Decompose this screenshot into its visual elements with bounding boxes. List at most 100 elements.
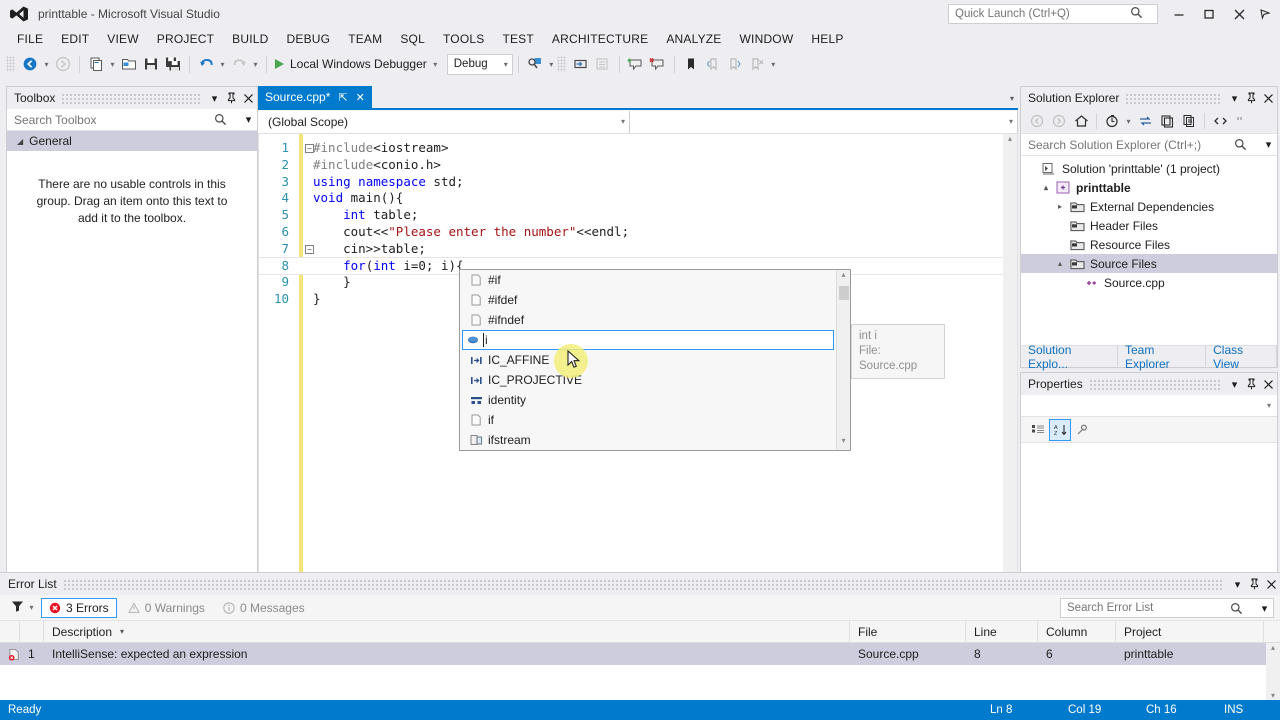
messages-filter-button[interactable]: 0 Messages bbox=[216, 598, 312, 618]
table-row[interactable]: 1 IntelliSense: expected an expression S… bbox=[0, 643, 1280, 665]
code-line[interactable]: 3 using namespace std; bbox=[259, 174, 1017, 191]
solution-search-input[interactable] bbox=[1021, 137, 1234, 152]
close-icon[interactable] bbox=[1260, 375, 1277, 393]
tree-item[interactable]: Resource Files bbox=[1021, 235, 1277, 254]
intellisense-popup[interactable]: #if #ifdef #ifndef i IC_AFFINE IC_PROJECTIVE i… bbox=[459, 269, 851, 451]
comment-icon[interactable] bbox=[625, 53, 647, 75]
debug-target-dropdown-icon[interactable]: ▾ bbox=[430, 53, 441, 75]
tree-item[interactable]: Source.cpp bbox=[1021, 273, 1277, 292]
search-icon[interactable] bbox=[1125, 6, 1147, 22]
code-line[interactable]: 1− #include<iostream> bbox=[259, 140, 1017, 157]
categorized-icon[interactable] bbox=[1027, 419, 1049, 441]
show-all-files-icon[interactable] bbox=[1178, 110, 1200, 132]
intellisense-item[interactable]: if bbox=[460, 410, 836, 430]
menu-analyze[interactable]: ANALYZE bbox=[657, 30, 730, 48]
properties-object-combo[interactable]: ▾ bbox=[1021, 395, 1277, 417]
uncomment-icon[interactable] bbox=[647, 53, 669, 75]
intellisense-list[interactable]: #if #ifdef #ifndef i IC_AFFINE IC_PROJECTIVE i… bbox=[460, 270, 836, 450]
close-icon[interactable]: ✕ bbox=[356, 91, 365, 104]
scroll-down-icon[interactable]: ▾ bbox=[1266, 691, 1280, 700]
navigate-to-icon[interactable] bbox=[570, 53, 592, 75]
solution-configuration-combo[interactable]: Debug ▾ bbox=[446, 53, 513, 75]
intellisense-scrollbar[interactable]: ▴ ▾ bbox=[836, 270, 850, 450]
pin-icon[interactable] bbox=[1243, 375, 1260, 393]
property-pages-icon[interactable] bbox=[1071, 419, 1093, 441]
toolbox-group-general[interactable]: ◢ General bbox=[7, 131, 257, 151]
errors-filter-button[interactable]: 3 Errors bbox=[41, 597, 117, 618]
pin-icon[interactable] bbox=[223, 89, 240, 107]
chevron-down-icon[interactable]: ▾ bbox=[1226, 89, 1243, 107]
tab-team-explorer[interactable]: Team Explorer bbox=[1118, 343, 1207, 371]
menu-sql[interactable]: SQL bbox=[391, 30, 434, 48]
alphabetical-icon[interactable]: AZ bbox=[1049, 418, 1071, 441]
start-debugging-button[interactable]: Local Windows Debugger bbox=[272, 53, 430, 75]
search-icon[interactable] bbox=[214, 113, 240, 126]
pin-icon[interactable] bbox=[1246, 575, 1263, 593]
column-column[interactable]: Column bbox=[1038, 620, 1116, 643]
menu-tools[interactable]: TOOLS bbox=[434, 30, 493, 48]
find-icon[interactable] bbox=[524, 53, 546, 75]
undo-icon[interactable] bbox=[195, 53, 217, 75]
menu-architecture[interactable]: ARCHITECTURE bbox=[543, 30, 657, 48]
scope-combo[interactable]: (Global Scope) ▾ bbox=[258, 110, 630, 133]
code-line[interactable]: 5 int table; bbox=[259, 207, 1017, 224]
toolbar-grip[interactable] bbox=[556, 56, 566, 72]
error-search-box[interactable]: ▾ bbox=[1060, 598, 1274, 618]
new-item-dropdown-icon[interactable]: ▾ bbox=[107, 53, 118, 75]
search-options-dropdown-icon[interactable]: ▾ bbox=[1260, 136, 1277, 154]
menu-build[interactable]: BUILD bbox=[223, 30, 277, 48]
toolbox-search-row[interactable]: ▾ bbox=[7, 109, 257, 131]
navigate-back-dropdown-icon[interactable]: ▾ bbox=[41, 53, 52, 75]
toolbox-search-input[interactable] bbox=[7, 112, 214, 127]
menu-view[interactable]: VIEW bbox=[98, 30, 147, 48]
scroll-down-icon[interactable]: ▾ bbox=[837, 436, 850, 450]
chevron-down-icon[interactable]: ▾ bbox=[1229, 575, 1246, 593]
solution-tree[interactable]: Solution 'printtable' (1 project) ▴ printt… bbox=[1021, 156, 1277, 292]
search-options-dropdown-icon[interactable]: ▾ bbox=[1256, 599, 1273, 617]
intellisense-item[interactable]: #if bbox=[460, 270, 836, 290]
search-icon[interactable] bbox=[1230, 602, 1256, 615]
tab-source-cpp[interactable]: Source.cpp* ⇱ ✕ bbox=[258, 86, 372, 108]
menu-help[interactable]: HELP bbox=[802, 30, 852, 48]
intellisense-item[interactable]: ifstream bbox=[460, 430, 836, 450]
member-combo[interactable]: ▾ bbox=[630, 110, 1018, 133]
column-line[interactable]: Line bbox=[966, 620, 1038, 643]
close-icon[interactable] bbox=[1260, 89, 1277, 107]
intellisense-filter-input[interactable]: i bbox=[462, 330, 834, 350]
menu-test[interactable]: TEST bbox=[493, 30, 542, 48]
open-file-icon[interactable] bbox=[118, 53, 140, 75]
menu-file[interactable]: FILE bbox=[8, 30, 52, 48]
close-icon[interactable] bbox=[1263, 575, 1280, 593]
fold-toggle-icon[interactable]: − bbox=[305, 144, 314, 153]
intellisense-item[interactable]: #ifndef bbox=[460, 310, 836, 330]
pin-icon[interactable] bbox=[1243, 89, 1260, 107]
quick-launch-input[interactable] bbox=[949, 5, 1125, 23]
scroll-up-icon[interactable]: ▴ bbox=[1266, 643, 1280, 652]
code-line[interactable]: 7 cin>>table; bbox=[259, 241, 1017, 258]
new-item-icon[interactable] bbox=[85, 53, 107, 75]
intellisense-item[interactable]: IC_PROJECTIVE bbox=[460, 370, 836, 390]
expander-icon[interactable]: ▸ bbox=[1053, 202, 1067, 211]
tab-overflow-icon[interactable]: ▾ bbox=[1010, 94, 1014, 103]
code-line[interactable]: 2 #include<conio.h> bbox=[259, 157, 1017, 174]
bookmark-icon[interactable] bbox=[680, 53, 702, 75]
close-icon[interactable] bbox=[240, 89, 257, 107]
search-icon[interactable] bbox=[1234, 138, 1260, 151]
view-code-icon[interactable] bbox=[1209, 110, 1231, 132]
error-list-scrollbar[interactable]: ▴ ▾ bbox=[1266, 643, 1280, 700]
error-search-input[interactable] bbox=[1061, 602, 1230, 614]
warnings-filter-button[interactable]: 0 Warnings bbox=[121, 598, 212, 618]
refresh-icon[interactable] bbox=[1156, 110, 1178, 132]
tree-item[interactable]: Header Files bbox=[1021, 216, 1277, 235]
column-file[interactable]: File bbox=[850, 620, 966, 643]
properties-icon[interactable] bbox=[1231, 110, 1253, 132]
undo-dropdown-icon[interactable]: ▾ bbox=[217, 53, 228, 75]
intellisense-item[interactable]: #ifdef bbox=[460, 290, 836, 310]
column-description[interactable]: Description ▾ bbox=[44, 620, 850, 643]
tab-class-view[interactable]: Class View bbox=[1206, 343, 1278, 371]
home-icon[interactable] bbox=[1070, 110, 1092, 132]
chevron-down-icon[interactable]: ▾ bbox=[206, 89, 223, 107]
toolbar-grip[interactable] bbox=[6, 56, 15, 72]
expander-icon[interactable]: ▴ bbox=[1039, 183, 1053, 192]
minimize-icon[interactable] bbox=[1164, 0, 1194, 28]
